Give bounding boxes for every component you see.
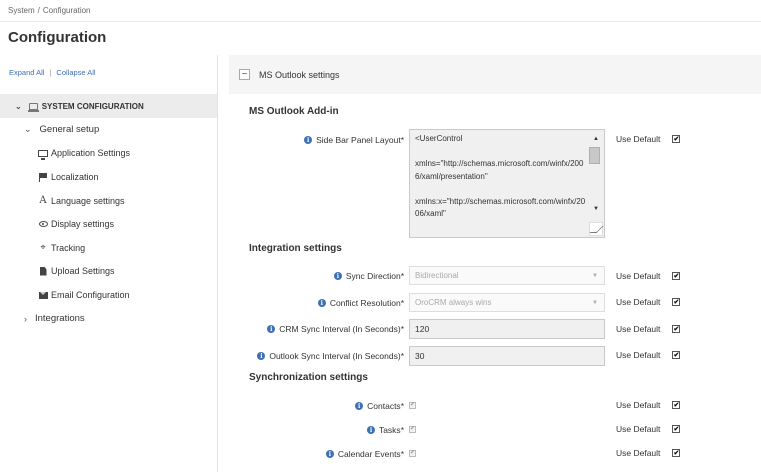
sync-direction-select[interactable]: Bidirectional ▼ xyxy=(409,266,605,285)
tree-item-general-setup[interactable]: ⌄ General setup xyxy=(24,124,99,135)
section-header: − MS Outlook settings xyxy=(229,55,761,94)
use-default-calendar-events[interactable]: Use Default ✔ xyxy=(616,448,681,458)
info-icon[interactable]: i xyxy=(355,402,364,410)
info-icon[interactable]: i xyxy=(333,272,342,280)
use-default-checkbox[interactable]: ✔ xyxy=(672,351,681,359)
outlook-sync-interval-label: i Outlook Sync Interval (In Seconds) * xyxy=(257,351,404,361)
envelope-icon xyxy=(37,291,49,299)
integration-heading: Integration settings xyxy=(249,243,342,254)
tasks-checkbox[interactable]: ✔ xyxy=(409,426,416,433)
crm-sync-interval-label: i CRM Sync Interval (In Seconds) * xyxy=(267,324,404,334)
info-icon[interactable]: i xyxy=(267,325,276,333)
crm-sync-interval-input[interactable]: 120 xyxy=(409,319,605,339)
tree-item-label: Application Settings xyxy=(51,148,131,158)
tree-item-application-settings[interactable]: Application Settings xyxy=(37,148,131,160)
flag-icon xyxy=(37,172,49,182)
scroll-down-arrow-icon[interactable]: ▼ xyxy=(593,203,599,216)
synchronization-heading: Synchronization settings xyxy=(249,372,368,383)
side-bar-layout-label: i Side Bar Panel Layout * xyxy=(304,135,404,145)
tree-item-upload-settings[interactable]: Upload Settings xyxy=(37,266,115,276)
header-divider xyxy=(0,21,761,22)
outlook-sync-interval-input[interactable]: 30 xyxy=(409,346,605,366)
section-title: MS Outlook settings xyxy=(259,69,340,80)
side-bar-layout-value[interactable]: <UserControl xmlns="http://schemas.micro… xyxy=(415,133,588,221)
chevron-down-icon: ▼ xyxy=(592,300,598,306)
sidebar: Expand All | Collapse All ⌄ SYSTEM CONFIGU… xyxy=(0,55,218,472)
tree-item-system-configuration[interactable]: ⌄ SYSTEM CONFIGURATION xyxy=(0,94,217,118)
side-bar-layout-textarea[interactable]: <UserControl xmlns="http://schemas.micro… xyxy=(409,129,605,238)
info-icon[interactable]: i xyxy=(304,136,313,144)
use-default-checkbox[interactable]: ✔ xyxy=(672,449,681,457)
collapse-section-button[interactable]: − xyxy=(239,69,250,80)
calendar-events-checkbox[interactable]: ✔ xyxy=(409,450,416,457)
system-icon xyxy=(27,102,39,112)
expand-all-link[interactable]: Expand All xyxy=(9,68,44,77)
breadcrumb: System / Configuration xyxy=(8,6,91,15)
tree-item-label: Upload Settings xyxy=(51,266,115,276)
tree-item-label: Tracking xyxy=(51,242,86,253)
use-default-checkbox[interactable]: ✔ xyxy=(672,135,681,143)
chevron-down-icon: ⌄ xyxy=(24,124,32,134)
tree-actions-divider: | xyxy=(49,68,52,77)
tree-item-localization[interactable]: Localization xyxy=(37,172,99,182)
breadcrumb-current: Configuration xyxy=(42,6,91,15)
info-icon[interactable]: i xyxy=(366,426,375,434)
scroll-up-arrow-icon[interactable]: ▲ xyxy=(593,133,599,146)
chevron-down-icon: ▼ xyxy=(592,273,598,279)
tree-item-tracking[interactable]: ⌖ Tracking xyxy=(37,242,85,253)
chevron-right-icon: › xyxy=(24,313,27,324)
collapse-all-link[interactable]: Collapse All xyxy=(56,68,95,77)
tree-item-integrations[interactable]: › Integrations xyxy=(24,313,85,324)
general-setup-label: General setup xyxy=(39,124,100,135)
conflict-resolution-select[interactable]: OroCRM always wins ▼ xyxy=(409,293,605,312)
conflict-resolution-label: i Conflict Resolution * xyxy=(317,298,404,308)
tree-root-label: SYSTEM CONFIGURATION xyxy=(41,101,144,111)
document-icon xyxy=(37,266,49,276)
tree-item-display-settings[interactable]: Display settings xyxy=(37,219,114,229)
use-default-checkbox[interactable]: ✔ xyxy=(672,425,681,433)
scrollbar-thumb[interactable] xyxy=(589,147,600,164)
font-icon: A xyxy=(39,195,47,206)
use-default-checkbox[interactable]: ✔ xyxy=(672,298,681,306)
tasks-label: i Tasks * xyxy=(366,425,404,435)
tree-actions: Expand All | Collapse All xyxy=(9,68,96,77)
addin-heading: MS Outlook Add-in xyxy=(249,106,339,117)
conflict-resolution-value: OroCRM always wins xyxy=(415,298,492,307)
tree-item-email-configuration[interactable]: Email Configuration xyxy=(37,290,130,300)
use-default-outlook-sync[interactable]: Use Default ✔ xyxy=(616,350,681,360)
use-default-sync-direction[interactable]: Use Default ✔ xyxy=(616,271,681,281)
crosshair-icon: ⌖ xyxy=(40,242,46,252)
info-icon[interactable]: i xyxy=(257,352,266,360)
contacts-label: i Contacts * xyxy=(355,401,404,411)
sync-direction-value: Bidirectional xyxy=(415,271,459,280)
tree-item-label: Localization xyxy=(51,172,99,182)
calendar-events-label: i Calendar Events * xyxy=(325,449,404,459)
info-icon[interactable]: i xyxy=(325,450,334,458)
eye-icon xyxy=(37,221,49,227)
monitor-icon xyxy=(37,149,49,160)
resize-handle-icon[interactable] xyxy=(589,222,603,236)
tree-item-label: Email Configuration xyxy=(51,290,130,300)
use-default-contacts[interactable]: Use Default ✔ xyxy=(616,400,681,410)
breadcrumb-system[interactable]: System xyxy=(8,6,35,15)
integrations-label: Integrations xyxy=(35,313,85,324)
breadcrumb-separator: / xyxy=(37,6,40,15)
use-default-tasks[interactable]: Use Default ✔ xyxy=(616,424,681,434)
use-default-side-bar[interactable]: Use Default ✔ xyxy=(616,134,681,144)
use-default-checkbox[interactable]: ✔ xyxy=(672,272,681,280)
chevron-down-icon: ⌄ xyxy=(15,101,22,111)
use-default-crm-sync[interactable]: Use Default ✔ xyxy=(616,324,681,334)
info-icon[interactable]: i xyxy=(317,299,326,307)
use-default-checkbox[interactable]: ✔ xyxy=(672,325,681,333)
use-default-conflict-resolution[interactable]: Use Default ✔ xyxy=(616,297,681,307)
tree-item-language-settings[interactable]: A Language settings xyxy=(37,195,125,206)
tree-item-label: Display settings xyxy=(51,219,115,229)
sync-direction-label: i Sync Direction * xyxy=(333,271,404,281)
page-title: Configuration xyxy=(8,29,107,46)
contacts-checkbox[interactable]: ✔ xyxy=(409,402,416,409)
use-default-checkbox[interactable]: ✔ xyxy=(672,401,681,409)
tree-item-label: Language settings xyxy=(51,195,125,206)
